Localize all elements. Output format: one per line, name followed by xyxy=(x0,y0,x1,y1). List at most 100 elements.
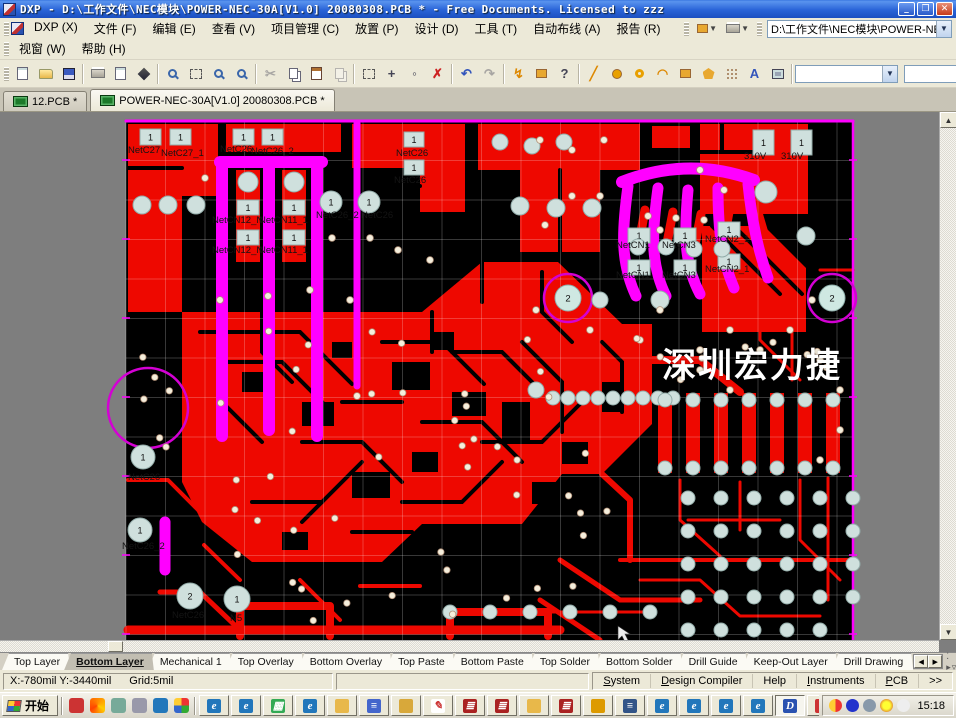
task-button-16-ie[interactable]: e xyxy=(711,695,741,716)
menu-item-7[interactable]: 工具 (T) xyxy=(467,18,526,40)
quicklaunch-windows-color-icon[interactable] xyxy=(171,696,191,716)
document-tab-0[interactable]: 12.PCB * xyxy=(3,91,87,111)
scrollbar-nub[interactable] xyxy=(108,641,123,652)
task-button-14-ie[interactable]: e xyxy=(647,695,677,716)
task-button-15-ie[interactable]: e xyxy=(679,695,709,716)
new-document-button[interactable] xyxy=(11,63,34,85)
place-line-button[interactable]: ╱ xyxy=(582,63,605,85)
menu-item-8[interactable]: 自动布线 (A) xyxy=(525,18,608,40)
place-arc-button[interactable]: ◠ xyxy=(651,63,674,85)
task-button-18-dxp[interactable]: D xyxy=(775,695,805,716)
menu-item-2[interactable]: 编辑 (E) xyxy=(144,18,203,40)
layer-tab-top-solder[interactable]: Top Solder xyxy=(528,653,600,670)
layer-tab-mechanical-1[interactable]: Mechanical 1 xyxy=(148,653,232,670)
help-button[interactable]: ? xyxy=(553,63,576,85)
combo-dropdown-icon[interactable]: ▼ xyxy=(936,21,951,37)
open-document-button[interactable] xyxy=(34,63,57,85)
quicklaunch-msn-blue-icon[interactable] xyxy=(108,696,128,716)
tray-antivirus-shield-icon[interactable] xyxy=(829,699,842,712)
menu-item-9[interactable]: 报告 (R) xyxy=(609,18,669,40)
paste-button[interactable] xyxy=(305,63,328,85)
panel-button-system[interactable]: System xyxy=(593,674,651,688)
menu-item-1[interactable]: 文件 (F) xyxy=(86,18,145,40)
place-polygon-button[interactable] xyxy=(697,63,720,85)
panel-button-instruments[interactable]: Instruments xyxy=(797,674,875,688)
task-button-17-ie[interactable]: e xyxy=(743,695,773,716)
task-button-10-folder[interactable] xyxy=(519,695,549,716)
scroll-up-icon[interactable]: ▲ xyxy=(940,112,956,128)
place-string-button[interactable]: A xyxy=(743,63,766,85)
layer-tab-drill-guide[interactable]: Drill Guide xyxy=(677,653,748,670)
layer-stack-button[interactable] xyxy=(132,63,155,85)
layer-color-dropdown[interactable]: ▼ xyxy=(694,22,720,35)
layer-tab-bottom-solder[interactable]: Bottom Solder xyxy=(594,653,683,670)
filter-button[interactable] xyxy=(530,63,553,85)
move-object-button[interactable]: + xyxy=(380,63,403,85)
place-fill-button[interactable] xyxy=(674,63,697,85)
task-button-2-green[interactable]: ▦ xyxy=(263,695,293,716)
task-button-5-bluedoc[interactable]: ≡ xyxy=(359,695,389,716)
quicklaunch-media-red-icon[interactable] xyxy=(66,696,86,716)
clear-selection-button[interactable]: ✗ xyxy=(426,63,449,85)
menu-item-r2-1[interactable]: 帮助 (H) xyxy=(74,38,134,60)
tray-bulb-red-icon[interactable] xyxy=(880,699,893,712)
layer-tab-top-paste[interactable]: Top Paste xyxy=(386,653,455,670)
panel-button-pcb[interactable]: PCB xyxy=(876,674,920,688)
quicklaunch-calc-gray-icon[interactable] xyxy=(129,696,149,716)
menu-item-r2-0[interactable]: 视窗 (W) xyxy=(11,38,74,60)
tab-scroll-right-icon[interactable]: ▶ xyxy=(928,655,942,668)
task-button-13-bluebook[interactable]: ≡ xyxy=(615,695,645,716)
zoom-document-button[interactable] xyxy=(161,63,184,85)
undo-button[interactable]: ↶ xyxy=(455,63,478,85)
layer-tab-bottom-paste[interactable]: Bottom Paste xyxy=(449,653,534,670)
menu-item-5[interactable]: 放置 (P) xyxy=(347,18,406,40)
print-button[interactable] xyxy=(86,63,109,85)
task-button-0-ie[interactable]: e xyxy=(199,695,229,716)
task-button-3-ie[interactable]: e xyxy=(295,695,325,716)
menu-item-6[interactable]: 设计 (D) xyxy=(407,18,467,40)
layer-tab-drill-drawing[interactable]: Drill Drawing xyxy=(832,653,914,670)
task-button-1-ie[interactable]: e xyxy=(231,695,261,716)
task-button-4-folder[interactable] xyxy=(327,695,357,716)
toolbar-combo-1[interactable]: ▼ xyxy=(904,65,956,83)
cut-button[interactable]: ✂ xyxy=(259,63,282,85)
tray-bulb-white-icon[interactable] xyxy=(897,699,910,712)
layer-tab-keep-out-layer[interactable]: Keep-Out Layer xyxy=(742,653,838,670)
zoom-selection-button[interactable] xyxy=(230,63,253,85)
panel-button-design-compiler[interactable]: Design Compiler xyxy=(651,674,753,688)
quicklaunch-player-orange-icon[interactable] xyxy=(87,696,107,716)
task-button-12-helmet[interactable] xyxy=(583,695,613,716)
paste-array-button[interactable] xyxy=(328,63,351,85)
menu-item-0[interactable]: DXP (X) xyxy=(26,18,86,40)
tray-sound-blue-icon[interactable] xyxy=(846,699,859,712)
task-button-19-redfig[interactable]: ♦ xyxy=(807,695,819,716)
save-button[interactable] xyxy=(57,63,80,85)
toggle-selection-button[interactable]: ◦ xyxy=(403,63,426,85)
scroll-down-icon[interactable]: ▼ xyxy=(940,624,956,640)
tab-scroll-left-icon[interactable]: ◀ xyxy=(914,655,928,668)
menu-item-3[interactable]: 查看 (V) xyxy=(204,18,263,40)
place-pad-button[interactable] xyxy=(605,63,628,85)
panel-button->>[interactable]: >> xyxy=(919,674,952,688)
document-path-combo[interactable]: D:\工作文件\NEC模块\POWER-NEC-3 ▼ xyxy=(767,20,952,38)
menu-item-4[interactable]: 项目管理 (C) xyxy=(263,18,347,40)
place-component-button[interactable] xyxy=(766,63,789,85)
task-button-7-pencil[interactable]: ✎ xyxy=(423,695,453,716)
layer-tab-bottom-layer[interactable]: Bottom Layer xyxy=(64,653,154,670)
print-preview-button[interactable] xyxy=(109,63,132,85)
place-via-button[interactable] xyxy=(628,63,651,85)
task-button-6-folderopen[interactable] xyxy=(391,695,421,716)
copy-button[interactable] xyxy=(282,63,305,85)
toolbar-combo-0[interactable]: ▼ xyxy=(795,65,898,83)
combo-dropdown-icon[interactable]: ▼ xyxy=(882,66,897,82)
print-dropdown[interactable]: ▼ xyxy=(723,22,752,35)
layer-tab-bottom-overlay[interactable]: Bottom Overlay xyxy=(298,653,392,670)
horizontal-scrollbar[interactable] xyxy=(0,640,939,652)
wand-button[interactable]: ↯ xyxy=(507,63,530,85)
zoom-area-button[interactable] xyxy=(184,63,207,85)
pcb-canvas[interactable]: 11111111111111111111112122NetC27NetC27_1… xyxy=(0,112,956,652)
restore-button[interactable]: ❐ xyxy=(917,2,934,16)
task-button-11-books[interactable]: ≣ xyxy=(551,695,581,716)
vertical-scrollbar[interactable]: ▲ ▼ xyxy=(939,112,956,640)
document-tab-1[interactable]: POWER-NEC-30A[V1.0] 20080308.PCB * xyxy=(90,89,334,111)
